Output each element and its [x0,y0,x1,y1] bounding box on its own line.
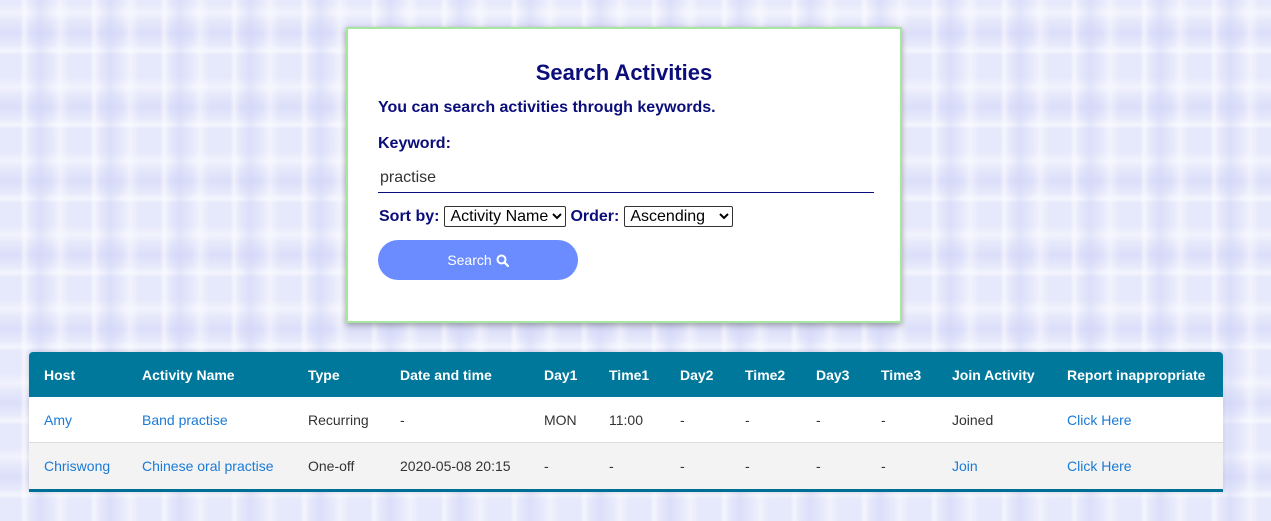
column-header-activity-name: Activity Name [142,366,235,383]
column-header-day2: Day2 [680,366,714,383]
type-cell: One-off [308,458,355,474]
column-header-date-time: Date and time [400,366,492,383]
table-row: Chriswong Chinese oral practise One-off … [29,442,1223,489]
date-time-cell: 2020-05-08 20:15 [400,458,511,474]
activities-table-container: Host Activity Name Type Date and time Da… [29,352,1223,492]
column-header-report: Report inappropriate [1067,366,1206,383]
search-button[interactable]: Search [378,240,578,280]
order-select[interactable]: Ascending [624,206,734,227]
search-subtitle: You can search activities through keywor… [378,99,716,116]
host-link[interactable]: Chriswong [44,458,110,474]
column-header-host: Host [44,366,76,383]
time1-cell: - [609,458,614,474]
time3-cell: - [866,397,937,443]
table-row: Amy Band practise Recurring - MON 11:00 … [29,397,1223,443]
activity-name-link[interactable]: Band practise [142,412,228,428]
keyword-label: Keyword: [378,135,451,152]
date-time-cell: - [385,397,529,443]
report-link[interactable]: Click Here [1067,458,1132,474]
search-button-label: Search [447,252,492,268]
column-header-join-activity: Join Activity [952,366,1035,383]
day1-cell: - [544,458,549,474]
search-title: Search Activities [535,60,713,85]
column-header-day1: Day1 [544,366,578,383]
time2-cell: - [730,397,801,443]
activities-table: Host Activity Name Type Date and time Da… [29,352,1223,489]
search-card: Search Activities You can search activit… [346,27,902,323]
sort-by-label: Sort by: [379,207,440,225]
time2-cell: - [745,458,750,474]
day3-cell: - [816,458,821,474]
day1-cell: MON [529,397,594,443]
join-link[interactable]: Join [952,458,978,474]
search-icon [496,254,509,267]
column-header-day3: Day3 [816,366,850,383]
column-header-time2: Time2 [745,366,786,383]
activity-name-link[interactable]: Chinese oral practise [142,458,274,474]
host-link[interactable]: Amy [44,412,72,428]
type-cell: Recurring [293,397,385,443]
time3-cell: - [881,458,886,474]
join-status: Joined [937,397,1052,443]
keyword-input[interactable] [378,163,874,193]
time1-cell: 11:00 [594,397,665,443]
sort-row: Sort by: Activity Name Order: Ascending [379,206,734,227]
column-header-time3: Time3 [881,366,922,383]
order-label: Order: [570,207,620,225]
table-header-row: Host Activity Name Type Date and time Da… [29,352,1223,397]
column-header-time1: Time1 [609,366,650,383]
sort-by-select[interactable]: Activity Name [444,206,567,227]
day3-cell: - [801,397,866,443]
day2-cell: - [665,397,730,443]
report-link[interactable]: Click Here [1067,412,1132,428]
day2-cell: - [680,458,685,474]
column-header-type: Type [308,366,340,383]
